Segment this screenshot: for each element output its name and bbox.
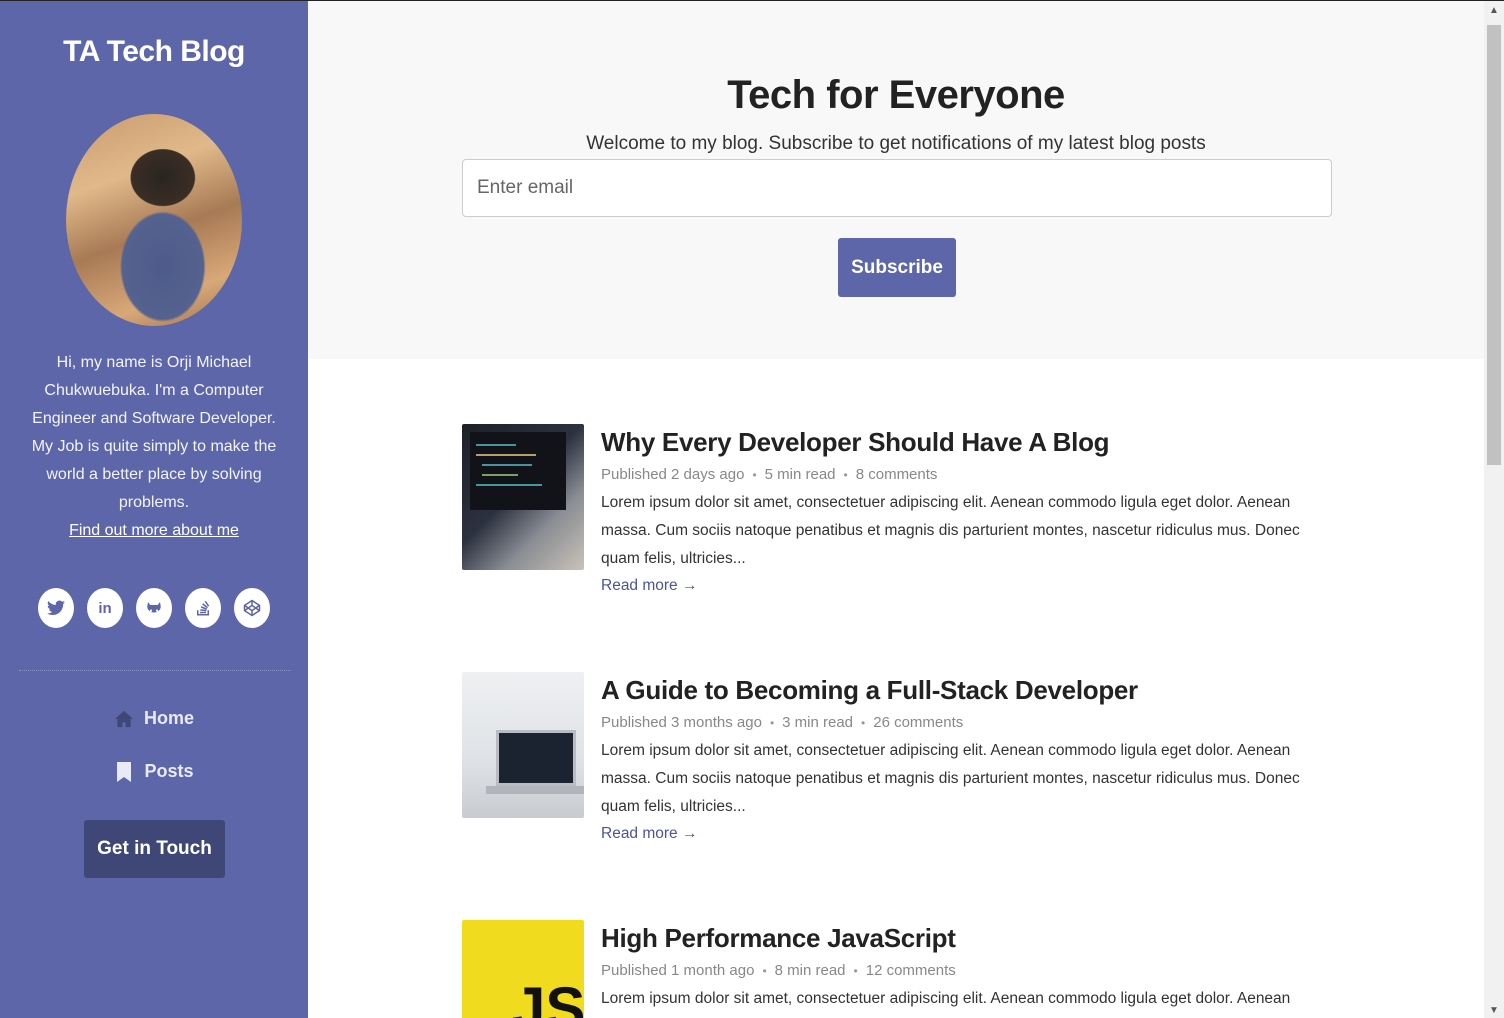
post-read-time: 3 min read (782, 714, 854, 731)
bookmark-icon (114, 761, 134, 782)
subscribe-button[interactable]: Subscribe (838, 238, 956, 297)
code-line (476, 454, 536, 456)
post-excerpt: Lorem ipsum dolor sit amet, consectetuer… (601, 742, 1300, 815)
post-read-time: 5 min read (764, 466, 836, 483)
meta-separator: • (769, 715, 775, 730)
nav-posts-label: Posts (144, 761, 194, 781)
post-read-time: 8 min read (774, 962, 846, 979)
post-thumbnail[interactable] (462, 672, 584, 818)
email-input[interactable] (462, 159, 1332, 217)
code-line (476, 484, 542, 486)
bio-line: Hi, my name is Orji Michael Chukwuebuka.… (32, 354, 276, 427)
post-published: Published 2 days ago (601, 466, 745, 483)
post-thumbnail[interactable]: JS (462, 920, 584, 1018)
code-line (476, 444, 516, 446)
nav-home[interactable]: Home (0, 708, 308, 729)
hero-title: Tech for Everyone (727, 73, 1065, 117)
hero-subtitle: Welcome to my blog. Subscribe to get not… (586, 133, 1206, 154)
laptop-base-image (486, 786, 584, 794)
sidebar-divider (19, 670, 291, 671)
read-more-link[interactable]: Read more → (601, 577, 697, 595)
scrollbar[interactable]: ▲ ▼ (1484, 1, 1504, 1018)
post-excerpt: Lorem ipsum dolor sit amet, consectetuer… (601, 494, 1300, 567)
post-body: High Performance JavaScript Published 1 … (601, 920, 1342, 1018)
scroll-down-icon[interactable]: ▼ (1484, 1001, 1504, 1018)
laptop-image (496, 730, 576, 786)
meta-separator: • (861, 715, 866, 730)
social-links: in (38, 588, 270, 628)
meta-separator: • (752, 467, 757, 482)
post-comments[interactable]: 8 comments (856, 466, 938, 483)
bio-line: My Job is quite simply to make the world… (31, 438, 277, 511)
post-title[interactable]: High Performance JavaScript (601, 920, 1342, 956)
bio: Hi, my name is Orji Michael Chukwuebuka.… (12, 349, 296, 545)
codepen-icon[interactable] (234, 588, 270, 628)
blog-name[interactable]: TA Tech Blog (0, 35, 308, 69)
post-thumbnail[interactable] (462, 424, 584, 570)
github-icon[interactable] (136, 588, 172, 628)
about-link[interactable]: Find out more about me (69, 522, 239, 539)
nav-posts[interactable]: Posts (0, 761, 308, 782)
post-meta: Published 3 months ago • 3 min read • 26… (601, 714, 1342, 731)
post-body: Why Every Developer Should Have A Blog P… (601, 424, 1342, 595)
linkedin-icon[interactable]: in (87, 588, 123, 628)
scrollbar-thumb[interactable] (1487, 25, 1501, 465)
meta-separator: • (853, 963, 858, 978)
read-more-link[interactable]: Read more → (601, 825, 697, 843)
get-in-touch-button[interactable]: Get in Touch (84, 820, 225, 878)
sidebar: TA Tech Blog Hi, my name is Orji Michael… (0, 1, 308, 1018)
post-comments[interactable]: 12 comments (866, 962, 956, 979)
stackoverflow-icon[interactable] (185, 588, 221, 628)
meta-separator: • (843, 467, 848, 482)
profile-avatar (66, 114, 242, 326)
hero: Tech for Everyone Welcome to my blog. Su… (308, 1, 1484, 359)
post-excerpt: Lorem ipsum dolor sit amet, consectetuer… (601, 990, 1291, 1007)
meta-separator: • (762, 963, 767, 978)
post-meta: Published 2 days ago • 5 min read • 8 co… (601, 466, 1342, 483)
post-title[interactable]: A Guide to Becoming a Full-Stack Develop… (601, 672, 1342, 708)
post-published: Published 1 month ago (601, 962, 755, 979)
code-line (482, 464, 532, 466)
post-comments[interactable]: 26 comments (873, 714, 963, 731)
nav-home-label: Home (143, 708, 194, 728)
js-logo-text: JS (512, 975, 584, 1018)
code-line (482, 474, 518, 476)
post-meta: Published 1 month ago • 8 min read • 12 … (601, 962, 1342, 979)
post-title[interactable]: Why Every Developer Should Have A Blog (601, 424, 1342, 460)
twitter-icon[interactable] (38, 588, 74, 628)
post-published: Published 3 months ago (601, 714, 762, 731)
page: TA Tech Blog Hi, my name is Orji Michael… (0, 0, 1504, 1018)
home-icon (114, 709, 134, 729)
scroll-up-icon[interactable]: ▲ (1484, 1, 1504, 19)
post-body: A Guide to Becoming a Full-Stack Develop… (601, 672, 1342, 843)
